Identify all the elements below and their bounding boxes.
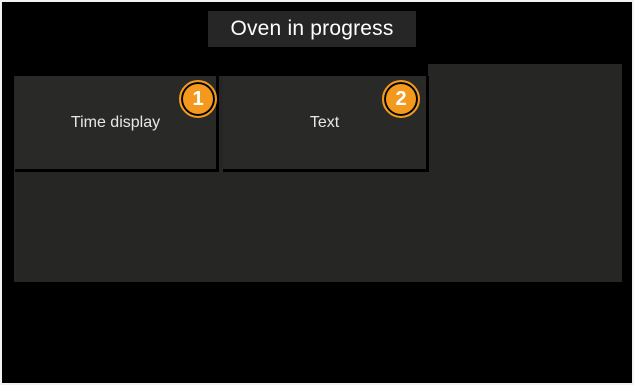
panel-top-gap [14,64,428,76]
text-label: Text [309,113,340,131]
oven-screen: Oven in progress Time display Text 1 2 [0,0,634,385]
callout-badge-2: 2 [382,80,420,118]
page-title: Oven in progress [208,11,416,47]
callout-badge-1: 1 [179,80,217,118]
time-display-label: Time display [70,113,161,131]
